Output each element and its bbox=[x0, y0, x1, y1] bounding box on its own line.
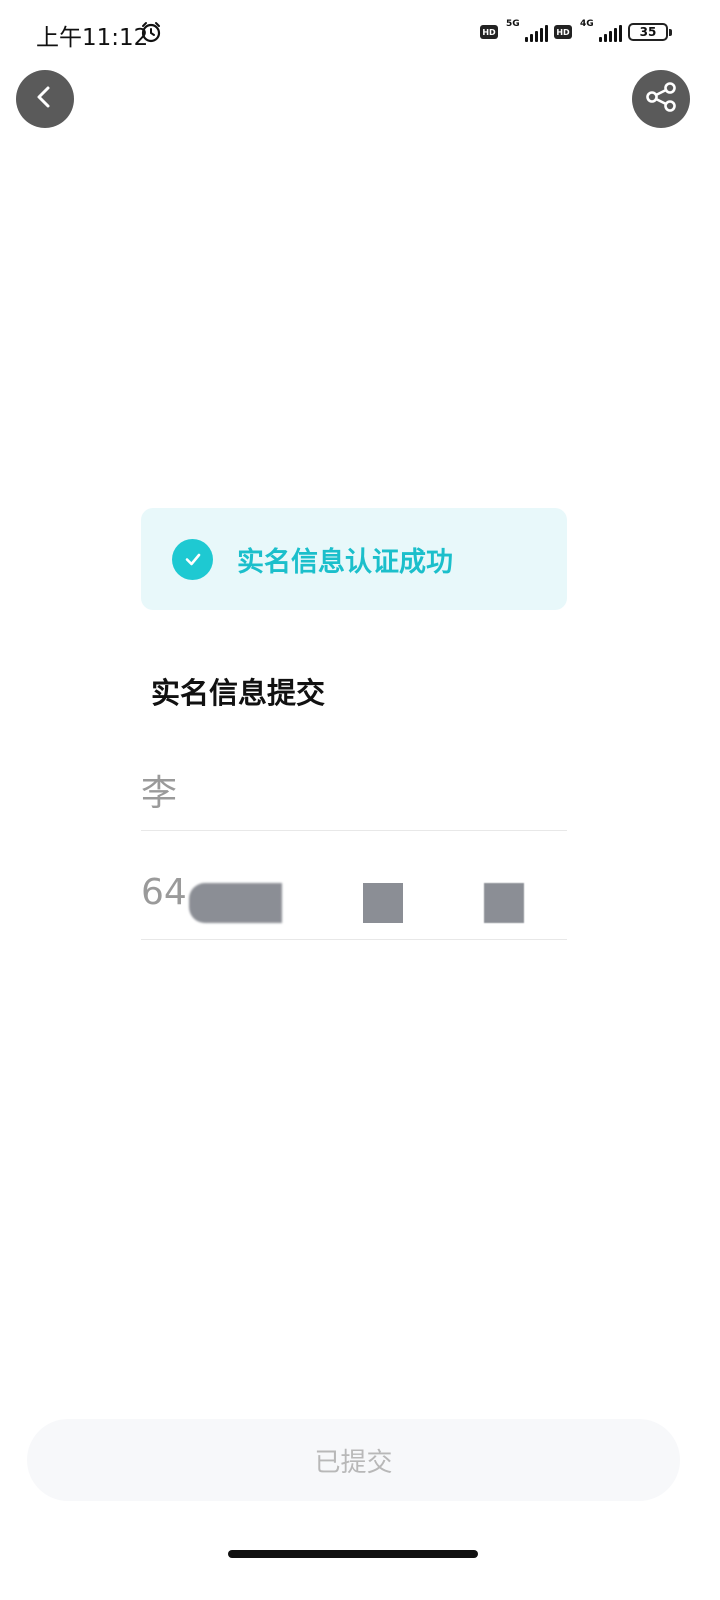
verification-success-banner: 实名信息认证成功 bbox=[141, 508, 567, 610]
name-value: 李 bbox=[141, 773, 178, 814]
submitted-button[interactable]: 已提交 bbox=[27, 1419, 680, 1501]
hd-badge: HD bbox=[480, 25, 498, 39]
network-type-label: 5G bbox=[506, 19, 520, 29]
back-button[interactable] bbox=[16, 70, 74, 128]
status-time: 上午11:12 bbox=[36, 25, 149, 51]
status-icons: HD 5G HD 4G 35 bbox=[480, 19, 672, 44]
share-icon bbox=[644, 80, 678, 118]
share-button[interactable] bbox=[632, 70, 690, 128]
status-bar: 上午11:12 HD 5G HD 4G 35 bbox=[0, 0, 720, 66]
section-title: 实名信息提交 bbox=[151, 676, 326, 710]
id-number-field: 64 bbox=[141, 846, 567, 940]
success-message: 实名信息认证成功 bbox=[237, 546, 453, 578]
id-number-value: 64 bbox=[141, 872, 187, 913]
redaction-mask bbox=[189, 883, 282, 923]
signal-5g-icon: 5G bbox=[504, 19, 548, 44]
redaction-mask bbox=[484, 883, 524, 923]
submitted-button-label: 已提交 bbox=[314, 1447, 393, 1478]
redaction-mask bbox=[363, 883, 403, 923]
signal-4g-icon: 4G bbox=[578, 19, 622, 44]
battery-level: 35 bbox=[639, 25, 657, 39]
check-circle-icon bbox=[172, 538, 213, 580]
hd-badge: HD bbox=[554, 25, 572, 39]
name-field: 李 bbox=[141, 736, 567, 831]
chevron-left-icon bbox=[32, 84, 58, 114]
home-indicator[interactable] bbox=[228, 1550, 478, 1558]
battery-icon: 35 bbox=[628, 23, 672, 41]
network-type-label: 4G bbox=[580, 19, 594, 29]
alarm-clock-icon bbox=[140, 21, 162, 43]
